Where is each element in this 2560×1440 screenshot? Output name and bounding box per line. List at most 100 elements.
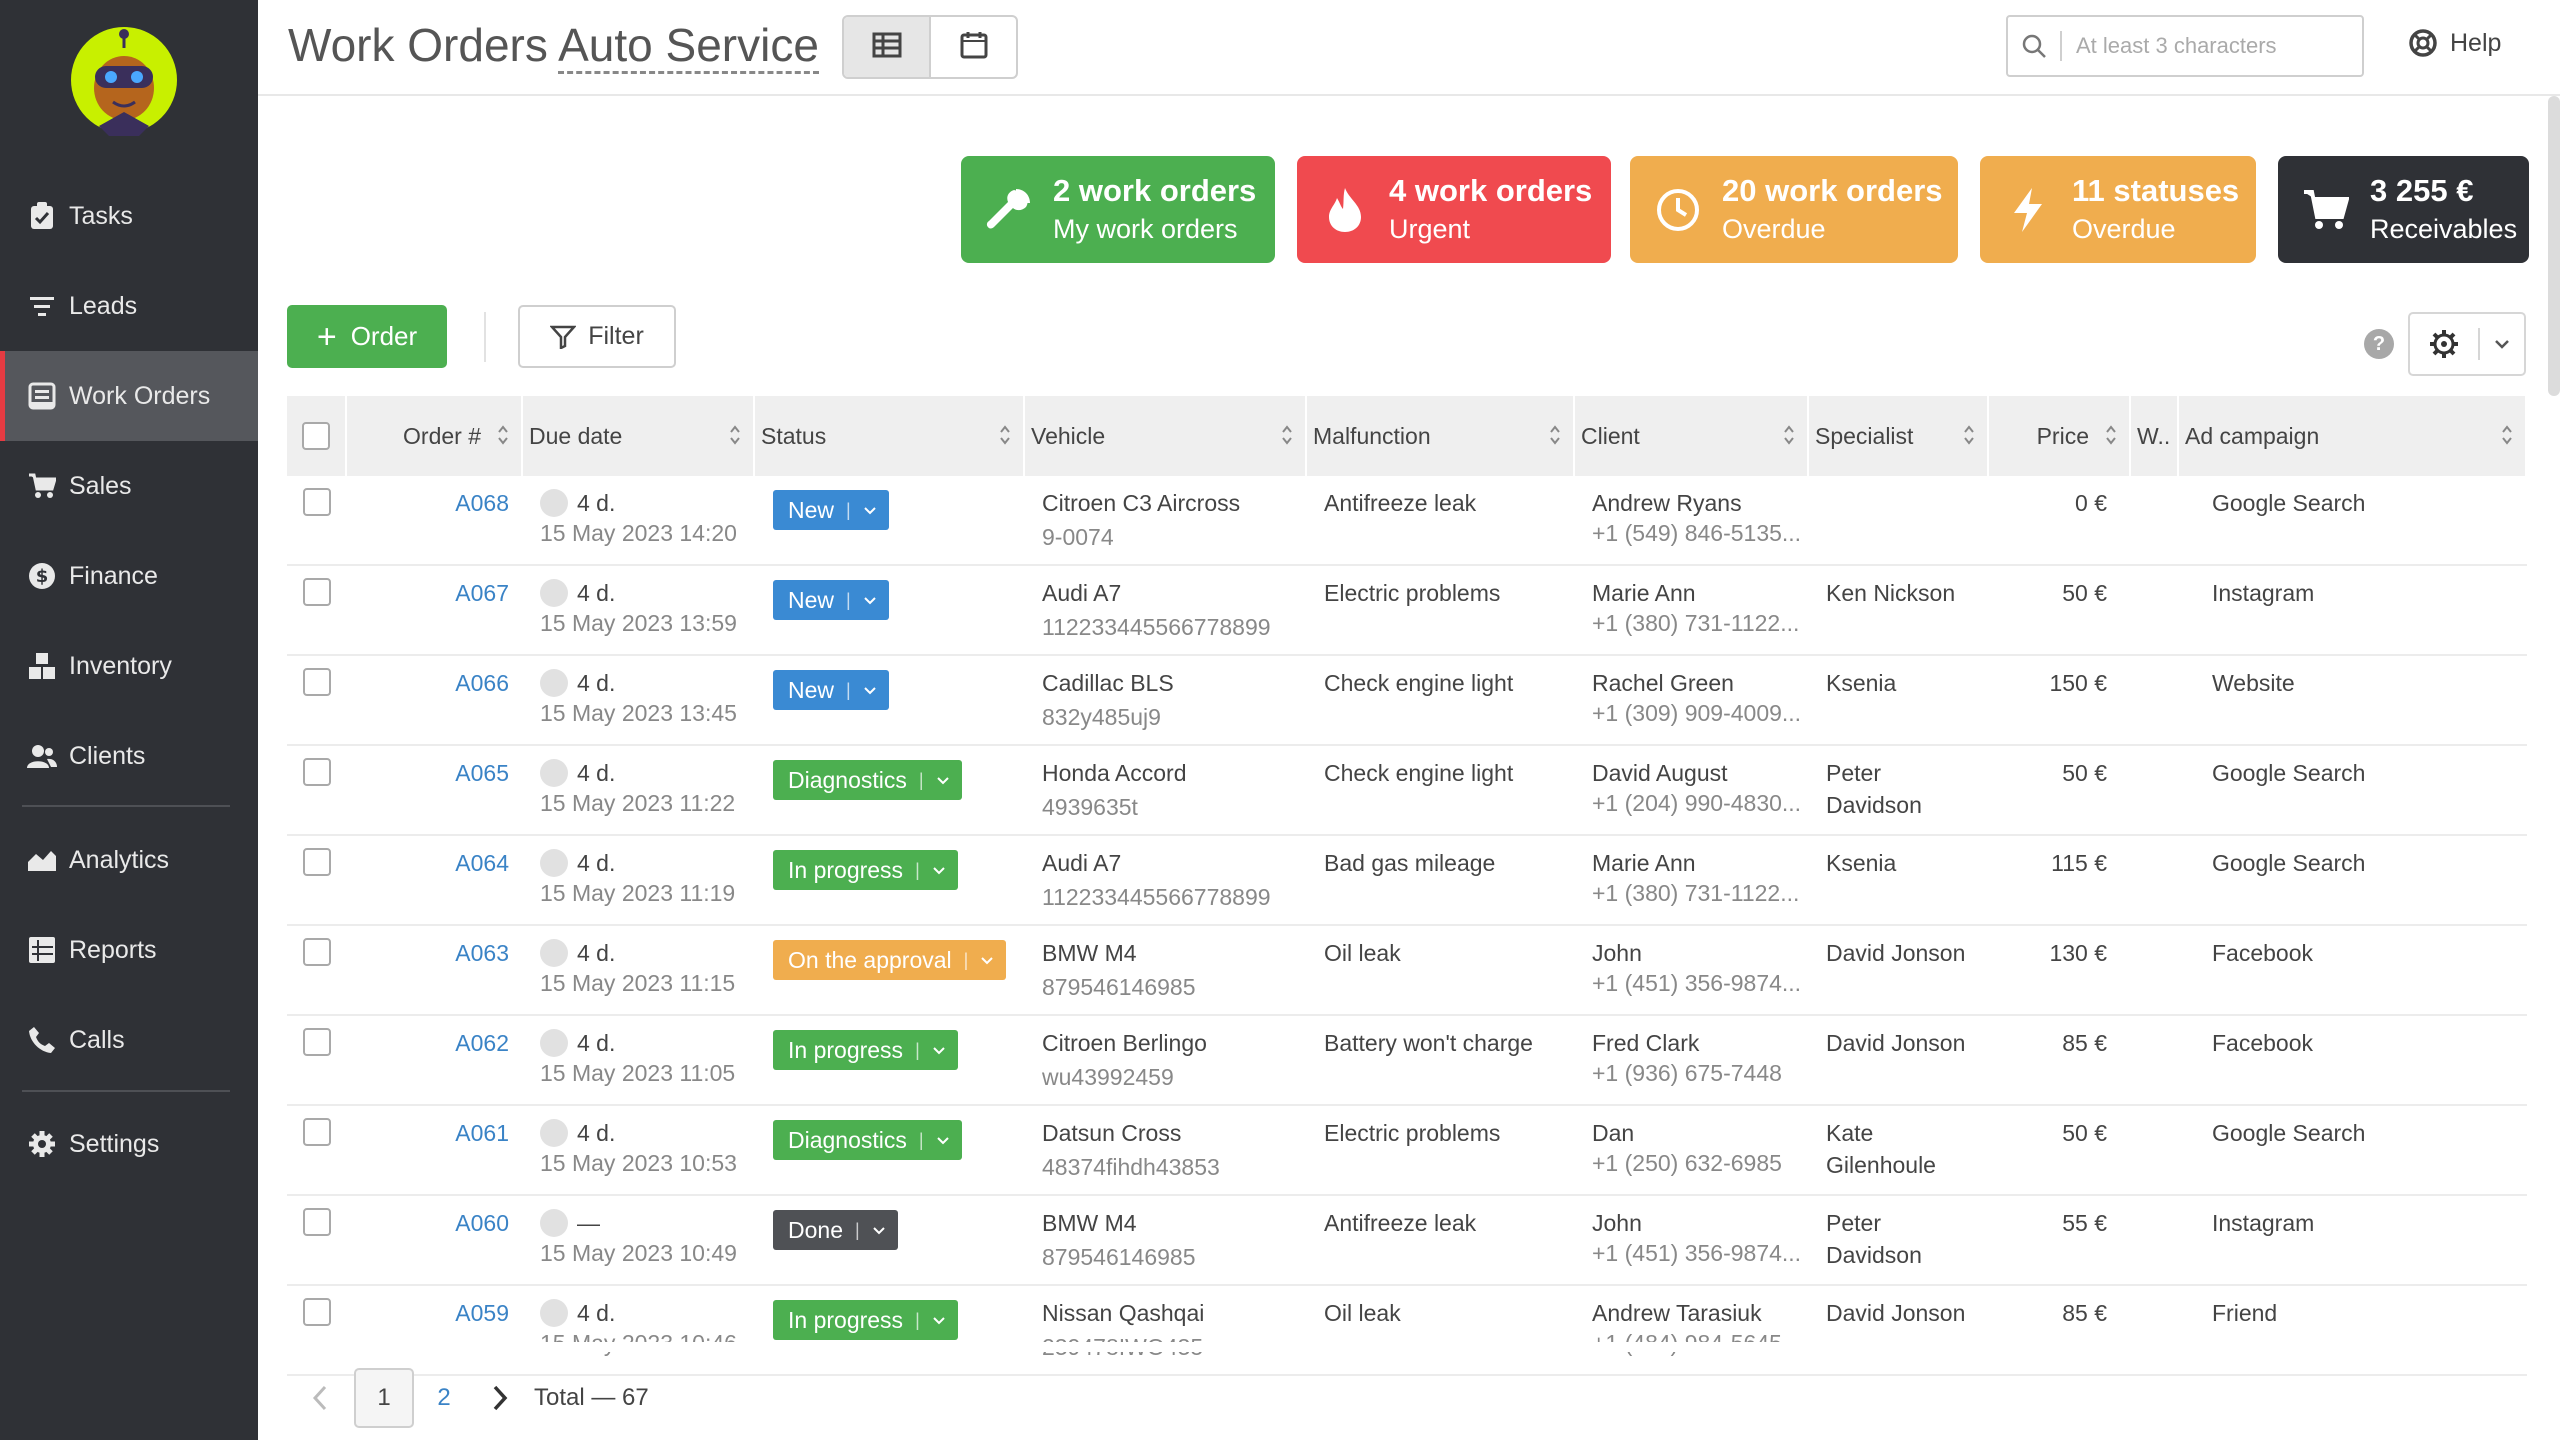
sidebar-item-calls[interactable]: Calls: [0, 995, 258, 1085]
sidebar-item-label: Settings: [69, 1129, 160, 1158]
card-my-work-orders[interactable]: 2 work orders My work orders: [961, 156, 1275, 263]
status-badge[interactable]: New |: [773, 490, 889, 530]
status-badge[interactable]: Diagnostics |: [773, 1120, 962, 1160]
due-clock-icon: [540, 849, 568, 877]
sidebar-item-finance[interactable]: $ Finance: [0, 531, 258, 621]
header-w[interactable]: W..: [2131, 396, 2179, 476]
sidebar-item-settings[interactable]: Settings: [0, 1099, 258, 1189]
table-row[interactable]: A062 4 d. 15 May 2023 11:05 In progress | Cit…: [287, 1016, 2527, 1106]
status-badge[interactable]: In progress |: [773, 1300, 958, 1340]
card-urgent[interactable]: 4 work orders Urgent: [1297, 156, 1611, 263]
price: 130 €: [2049, 940, 2107, 966]
sidebar-item-analytics[interactable]: Analytics: [0, 815, 258, 905]
order-number-link[interactable]: A065: [347, 760, 523, 787]
status-badge[interactable]: Diagnostics |: [773, 760, 962, 800]
header-price[interactable]: Price: [1989, 396, 2131, 476]
row-checkbox[interactable]: [303, 668, 331, 696]
table-settings-button[interactable]: [2408, 312, 2526, 376]
header-ad-campaign[interactable]: Ad campaign: [2179, 396, 2527, 476]
table-row[interactable]: A066 4 d. 15 May 2023 13:45 New | Cadillac BL…: [287, 656, 2527, 746]
calendar-view-button[interactable]: [931, 17, 1016, 77]
order-number-link[interactable]: A063: [347, 940, 523, 967]
header-vehicle[interactable]: Vehicle: [1025, 396, 1307, 476]
header-status[interactable]: Status: [755, 396, 1025, 476]
order-number-link[interactable]: A062: [347, 1030, 523, 1057]
status-badge[interactable]: On the approval |: [773, 940, 1007, 980]
help-question-icon[interactable]: ?: [2364, 329, 2394, 359]
prev-page-icon[interactable]: [300, 1384, 340, 1412]
status-label: On the approval: [788, 946, 952, 973]
table-row[interactable]: A064 4 d. 15 May 2023 11:19 In progress | Aud…: [287, 836, 2527, 926]
status-label: Done: [788, 1216, 843, 1243]
header-order-number[interactable]: Order #: [347, 396, 523, 476]
specialist-name: David Jonson: [1826, 940, 1966, 966]
status-separator: |: [918, 769, 924, 790]
order-number-link[interactable]: A066: [347, 670, 523, 697]
header-malfunction[interactable]: Malfunction: [1307, 396, 1575, 476]
select-all-checkbox[interactable]: [302, 422, 330, 450]
status-badge[interactable]: Done |: [773, 1210, 898, 1250]
page-current[interactable]: 1: [354, 1368, 414, 1428]
order-number-link[interactable]: A060: [347, 1210, 523, 1237]
scrollbar[interactable]: [2548, 96, 2560, 396]
row-checkbox[interactable]: [303, 1208, 331, 1236]
status-badge[interactable]: New |: [773, 670, 889, 710]
status-badge[interactable]: New |: [773, 580, 889, 620]
order-number-link[interactable]: A067: [347, 580, 523, 607]
due-clock-icon: [540, 489, 568, 517]
row-checkbox[interactable]: [303, 578, 331, 606]
row-checkbox[interactable]: [303, 488, 331, 516]
table-row[interactable]: A063 4 d. 15 May 2023 11:15 On the approval…: [287, 926, 2527, 1016]
sidebar-item-work-orders[interactable]: Work Orders: [0, 351, 258, 441]
table-bottom-edge: [258, 1342, 2560, 1352]
sidebar-item-sales[interactable]: Sales: [0, 441, 258, 531]
table-row[interactable]: A061 4 d. 15 May 2023 10:53 Diagnostics | Dat…: [287, 1106, 2527, 1196]
order-number-link[interactable]: A068: [347, 490, 523, 517]
client-phone: +1 (204) 990-4830...: [1592, 790, 1802, 816]
robot-logo-icon[interactable]: [69, 26, 179, 140]
table-row[interactable]: A060 — 15 May 2023 10:49 Done | BMW M4 8795461…: [287, 1196, 2527, 1286]
order-form-icon: [25, 379, 59, 413]
card-overdue-statuses[interactable]: 11 statuses Overdue: [1980, 156, 2256, 263]
row-checkbox[interactable]: [303, 1028, 331, 1056]
card-overdue-orders[interactable]: 20 work orders Overdue: [1630, 156, 1958, 263]
filter-button[interactable]: Filter: [518, 305, 676, 368]
header-client[interactable]: Client: [1575, 396, 1809, 476]
page-link[interactable]: 2: [414, 1368, 474, 1428]
add-order-button[interactable]: + Order: [287, 305, 447, 368]
order-number-link[interactable]: A059: [347, 1300, 523, 1327]
row-checkbox[interactable]: [303, 848, 331, 876]
next-page-icon[interactable]: [480, 1384, 520, 1412]
header-specialist[interactable]: Specialist: [1809, 396, 1989, 476]
sort-icon: [1783, 424, 1795, 446]
sidebar-item-clients[interactable]: Clients: [0, 711, 258, 801]
sidebar-item-reports[interactable]: Reports: [0, 905, 258, 995]
search-input[interactable]: [2062, 33, 2352, 59]
row-checkbox[interactable]: [303, 758, 331, 786]
order-number-link[interactable]: A064: [347, 850, 523, 877]
header-due-date[interactable]: Due date: [523, 396, 755, 476]
status-badge[interactable]: In progress |: [773, 1030, 958, 1070]
table-row[interactable]: A065 4 d. 15 May 2023 11:22 Diagnostics | Hon…: [287, 746, 2527, 836]
card-receivables[interactable]: 3 255 € Receivables: [2278, 156, 2529, 263]
table-row[interactable]: A068 4 d. 15 May 2023 14:20 New | Citroen C3 …: [287, 476, 2527, 566]
row-checkbox[interactable]: [303, 1118, 331, 1146]
header-label: Ad campaign: [2185, 422, 2320, 449]
vehicle-name: Audi A7: [1042, 850, 1122, 876]
due-clock-icon: [540, 1119, 568, 1147]
table-row[interactable]: A0594 d.15 May 2023 10:46In progress|Nis…: [287, 1286, 2527, 1376]
service-selector[interactable]: Auto Service: [558, 19, 819, 74]
row-checkbox[interactable]: [303, 1298, 331, 1326]
sidebar-item-leads[interactable]: Leads: [0, 261, 258, 351]
help-button[interactable]: Help: [2408, 28, 2501, 58]
row-checkbox[interactable]: [303, 938, 331, 966]
table-row[interactable]: A067 4 d. 15 May 2023 13:59 New | Audi A7 1122…: [287, 566, 2527, 656]
client-name: Andrew Ryans: [1592, 490, 1742, 516]
sidebar-item-tasks[interactable]: Tasks: [0, 171, 258, 261]
gear-icon: [25, 1127, 59, 1161]
sidebar-item-inventory[interactable]: Inventory: [0, 621, 258, 711]
status-badge[interactable]: In progress |: [773, 850, 958, 890]
specialist-name-line2: Davidson: [1826, 792, 1922, 818]
table-view-button[interactable]: [844, 17, 931, 77]
order-number-link[interactable]: A061: [347, 1120, 523, 1147]
